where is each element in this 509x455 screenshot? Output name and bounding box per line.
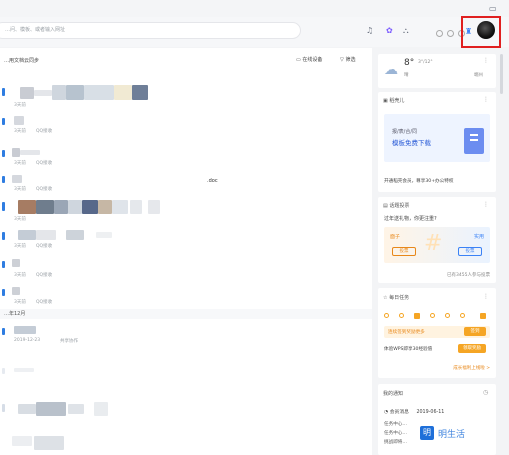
- vote-area: 面子 实用 # 投票 投票: [384, 227, 490, 263]
- list-item[interactable]: 3天前: [0, 196, 372, 224]
- list-item[interactable]: 2019-12-23 共享协作: [0, 322, 372, 348]
- blurred-title: [20, 87, 34, 99]
- more-icon[interactable]: ⋮: [483, 96, 489, 103]
- list-item[interactable]: .doc 3天前 QQ接收: [0, 172, 372, 198]
- card-header: 我的通知: [383, 391, 404, 397]
- list-item[interactable]: [0, 360, 372, 390]
- growth-link[interactable]: 成长福利上线啦 >: [453, 365, 490, 371]
- template-banner[interactable]: 报/表/合/同 模板免费下载: [384, 114, 490, 162]
- list-item[interactable]: 3天前 QQ接收: [0, 226, 372, 254]
- document-icon: [464, 128, 484, 154]
- claim-reward-button[interactable]: 领取奖励: [458, 344, 486, 353]
- list-item[interactable]: 3天前 QQ接收: [0, 142, 372, 172]
- title-bar: [0, 0, 509, 17]
- star-icon: ☆: [383, 295, 388, 301]
- headset-icon[interactable]: ♫: [366, 26, 373, 35]
- streak-text: 连续签到奖励更多: [388, 330, 425, 335]
- list-item[interactable]: [0, 396, 372, 426]
- vote-count: 已有3455人参与投票: [447, 273, 490, 278]
- notification-card[interactable]: 我的通知 ◷ ◔ 会员消息 2019-06-11 任务中心… 任务中心… 挑战即…: [378, 384, 496, 455]
- list-item[interactable]: 3天前: [0, 80, 372, 112]
- window-restore-icon[interactable]: ▭: [489, 4, 497, 13]
- more-icon[interactable]: ⋮: [483, 201, 489, 208]
- gift-icon: [414, 313, 420, 319]
- cloud-icon: ☁: [384, 62, 398, 78]
- skin-icon[interactable]: ✿: [386, 26, 393, 35]
- clock-icon[interactable]: ◷: [483, 389, 488, 396]
- member-promo[interactable]: 开通稻壳会员，尊享30+办公特权: [384, 178, 453, 184]
- gift-icon: [480, 313, 486, 319]
- section-title: …用文档云同步: [4, 58, 40, 64]
- checkin-progress: [384, 313, 490, 319]
- watermark-logo: 明: [420, 426, 434, 440]
- more-icon[interactable]: ⋮: [483, 293, 489, 300]
- daily-task-card[interactable]: ☆ 每日任务 ⋮ 连续签到奖励更多 签到 体验WPS即享30经验值 领取奖励 成…: [378, 288, 496, 378]
- template-card[interactable]: ▣ 稻壳儿 ⋮ 报/表/合/同 模板免费下载 开通稻壳会员，尊享30+办公特权: [378, 92, 496, 192]
- weather-cond: 晴: [404, 73, 409, 78]
- scrollbar[interactable]: [500, 54, 503, 94]
- card-header: ☆ 每日任务: [383, 295, 410, 301]
- list-item[interactable]: 3天前 QQ接收: [0, 256, 372, 284]
- watermark-text: 明生活: [438, 430, 466, 440]
- card-header: ▤ 话题投票: [383, 203, 410, 209]
- highlight-box: [461, 16, 501, 48]
- list-item[interactable]: [0, 430, 372, 455]
- vote-icon: ▤: [383, 203, 388, 209]
- file-type-icon: [2, 88, 5, 96]
- docer-icon: ▣: [383, 98, 388, 104]
- notice-item[interactable]: ◔ 会员消息 2019-06-11: [384, 408, 444, 415]
- filter-button[interactable]: ▽ 筛选: [340, 56, 355, 63]
- vote-left-button[interactable]: 投票: [392, 247, 416, 256]
- list-item[interactable]: 3天前 QQ接收: [0, 284, 372, 310]
- weather-card[interactable]: ☁ 8° 3°/12° 晴 端州 ⋮: [378, 54, 496, 88]
- search-input[interactable]: …问、模板、或者输入网址: [0, 22, 301, 39]
- device-link[interactable]: ▭ 在线设备: [296, 56, 322, 63]
- weather-temp: 8°: [404, 58, 415, 68]
- file-meta: 3天前: [14, 103, 26, 108]
- sign-in-button[interactable]: 签到: [464, 327, 486, 336]
- topic-vote-card[interactable]: ▤ 话题投票 ⋮ 过年送礼物，你更注重? 面子 实用 # 投票 投票 已有345…: [378, 197, 496, 283]
- more-icon[interactable]: ⋮: [483, 57, 489, 64]
- network-icon[interactable]: ⛬: [403, 26, 409, 35]
- weather-range: 3°/12°: [418, 60, 433, 65]
- vote-right-button[interactable]: 投票: [458, 247, 482, 256]
- hash-icon: #: [424, 231, 443, 256]
- doc-suffix: .doc: [207, 178, 218, 184]
- month-label: …年12月: [4, 311, 26, 317]
- list-item[interactable]: 3天前 QQ接收: [0, 112, 372, 140]
- filter-icon: ▽: [340, 57, 344, 63]
- bell-icon: ◔: [384, 410, 389, 415]
- card-header: ▣ 稻壳儿: [383, 98, 405, 104]
- weather-city: 端州: [474, 73, 483, 78]
- device-icon: ▭: [296, 57, 301, 63]
- experience-text: 体验WPS即享30经验值: [384, 347, 433, 352]
- vote-question: 过年送礼物，你更注重?: [384, 216, 437, 222]
